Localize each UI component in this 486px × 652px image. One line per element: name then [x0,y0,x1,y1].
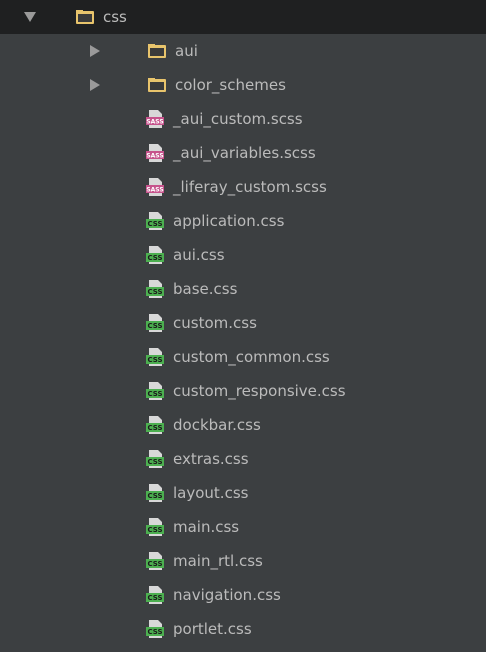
file-label: extras.css [173,450,249,468]
file-label: dockbar.css [173,416,261,434]
css-file-icon: CSS [146,348,164,366]
folder-label: aui [175,42,198,60]
svg-text:SASS: SASS [146,187,163,194]
tree-row-file[interactable]: CSS dockbar.css [0,408,486,442]
folder-icon [76,10,94,24]
tree-row-file[interactable]: CSS extras.css [0,442,486,476]
file-label: _liferay_custom.scss [173,178,327,196]
folder-icon [148,78,166,92]
file-label: _aui_custom.scss [173,110,303,128]
svg-text:CSS: CSS [147,628,162,636]
svg-text:CSS: CSS [147,322,162,330]
tree-row-css-folder[interactable]: css [0,0,486,34]
folder-label: color_schemes [175,76,286,94]
tree-row-file[interactable]: CSS main_rtl.css [0,544,486,578]
sass-file-icon: SASS [146,178,164,196]
file-label: custom.css [173,314,257,332]
file-label: layout.css [173,484,249,502]
tree-row-file[interactable]: CSS navigation.css [0,578,486,612]
css-file-icon: CSS [146,212,164,230]
project-file-tree: css aui color_schemes SASS _aui_custom.s… [0,0,486,652]
folder-icon [148,44,166,58]
sass-file-icon: SASS [146,110,164,128]
tree-row-file[interactable]: CSS application.css [0,204,486,238]
tree-row-file[interactable]: SASS _aui_variables.scss [0,136,486,170]
css-file-icon: CSS [146,280,164,298]
file-label: application.css [173,212,285,230]
tree-row-file[interactable]: CSS custom_common.css [0,340,486,374]
css-file-icon: CSS [146,450,164,468]
tree-row-file[interactable]: CSS layout.css [0,476,486,510]
svg-text:CSS: CSS [147,492,162,500]
tree-row-folder[interactable]: color_schemes [0,68,486,102]
file-label: custom_responsive.css [173,382,346,400]
tree-row-file[interactable]: CSS aui.css [0,238,486,272]
file-label: _aui_variables.scss [173,144,316,162]
tree-row-file[interactable]: CSS custom.css [0,306,486,340]
css-file-icon: CSS [146,246,164,264]
css-file-icon: CSS [146,314,164,332]
css-file-icon: CSS [146,484,164,502]
tree-row-file[interactable]: SASS _aui_custom.scss [0,102,486,136]
svg-text:CSS: CSS [147,560,162,568]
svg-text:SASS: SASS [146,119,163,126]
tree-row-file[interactable]: SASS _liferay_custom.scss [0,170,486,204]
css-file-icon: CSS [146,518,164,536]
svg-text:CSS: CSS [147,288,162,296]
svg-text:CSS: CSS [147,254,162,262]
file-label: portlet.css [173,620,252,638]
svg-text:CSS: CSS [147,594,162,602]
svg-text:CSS: CSS [147,424,162,432]
collapse-arrow-icon[interactable] [90,79,100,91]
file-label: main_rtl.css [173,552,263,570]
folder-label: css [103,8,127,26]
file-label: navigation.css [173,586,281,604]
svg-text:CSS: CSS [147,458,162,466]
svg-text:CSS: CSS [147,390,162,398]
css-file-icon: CSS [146,552,164,570]
css-file-icon: CSS [146,620,164,638]
file-label: aui.css [173,246,225,264]
sass-file-icon: SASS [146,144,164,162]
file-label: main.css [173,518,240,536]
tree-row-file[interactable]: CSS base.css [0,272,486,306]
css-file-icon: CSS [146,416,164,434]
tree-row-file[interactable]: CSS main.css [0,510,486,544]
css-file-icon: CSS [146,382,164,400]
tree-row-file[interactable]: CSS custom_responsive.css [0,374,486,408]
svg-text:SASS: SASS [146,153,163,160]
expand-arrow-icon[interactable] [24,12,36,22]
file-label: custom_common.css [173,348,330,366]
tree-row-folder[interactable]: aui [0,34,486,68]
svg-text:CSS: CSS [147,356,162,364]
svg-text:CSS: CSS [147,526,162,534]
collapse-arrow-icon[interactable] [90,45,100,57]
css-file-icon: CSS [146,586,164,604]
svg-text:CSS: CSS [147,220,162,228]
tree-row-file[interactable]: CSS portlet.css [0,612,486,646]
file-label: base.css [173,280,238,298]
